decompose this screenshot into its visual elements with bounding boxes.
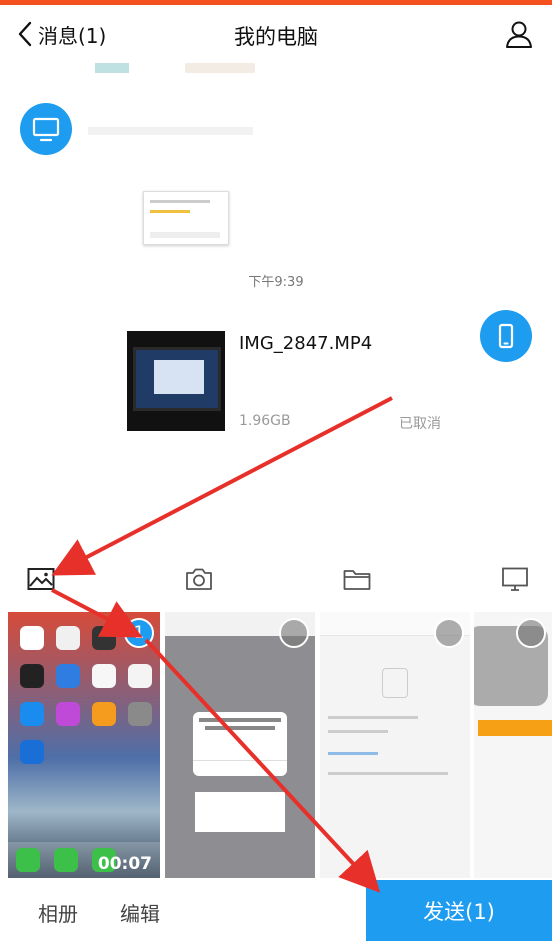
- selection-circle[interactable]: [516, 618, 546, 648]
- album-button[interactable]: 相册: [38, 898, 78, 927]
- attachment-toolbar: [0, 550, 552, 608]
- photo-thumbnail[interactable]: [474, 612, 552, 878]
- permission-dialog-thumbnail: [193, 712, 287, 776]
- video-duration: 00:07: [97, 854, 152, 874]
- computer-avatar[interactable]: [20, 103, 72, 155]
- person-icon: [506, 21, 532, 48]
- selection-circle[interactable]: [434, 618, 464, 648]
- photo-picker-strip: 00:07 1: [0, 608, 552, 880]
- selection-badge[interactable]: 1: [124, 618, 154, 648]
- screenshot-dialog: [143, 191, 229, 245]
- profile-button[interactable]: [504, 19, 534, 49]
- image-icon[interactable]: [26, 564, 56, 594]
- file-message-card[interactable]: IMG_2847.MP4 1.96GB 已取消: [127, 331, 457, 432]
- app-icon: [92, 702, 116, 726]
- previous-image-message[interactable]: [95, 63, 255, 77]
- monitor-icon: [32, 117, 60, 142]
- app-icon: [20, 626, 44, 650]
- video-thumbnail: [127, 331, 225, 431]
- camera-icon[interactable]: [184, 564, 214, 594]
- navigation-bar: 消息(1) 我的电脑: [0, 5, 552, 63]
- file-name: IMG_2847.MP4: [239, 333, 373, 354]
- app-icon: [128, 702, 152, 726]
- screenshot-toolbar: [88, 127, 253, 135]
- photo-thumbnail-video[interactable]: 00:07 1: [8, 612, 160, 878]
- app-icon: [20, 740, 44, 764]
- bottom-action-bar: 相册 编辑 发送(1): [0, 880, 552, 941]
- app-icon: [92, 626, 116, 650]
- app-icon: [128, 664, 152, 688]
- selection-circle[interactable]: [279, 618, 309, 648]
- message-timestamp: 下午9:39: [248, 275, 304, 290]
- app-icon: [56, 664, 80, 688]
- file-status: 已取消: [399, 416, 441, 432]
- app-icon: [16, 848, 40, 872]
- page-title: 我的电脑: [234, 25, 318, 49]
- phone-icon: [498, 323, 514, 349]
- thumbnail-fragment: [95, 63, 129, 73]
- app-icon: [92, 664, 116, 688]
- folder-icon[interactable]: [342, 564, 372, 594]
- edit-button[interactable]: 编辑: [120, 898, 160, 927]
- computer-icon[interactable]: [500, 564, 530, 594]
- send-button[interactable]: 发送(1): [366, 880, 552, 941]
- screenshot-image-message[interactable]: [88, 123, 253, 288]
- file-size: 1.96GB: [239, 413, 291, 429]
- chat-area: 下午9:39 IMG_2847.MP4 1.96GB 已取消: [0, 63, 552, 543]
- app-icon: [54, 848, 78, 872]
- photo-thumbnail[interactable]: [320, 612, 470, 878]
- send-button-label: 发送(1): [423, 899, 495, 924]
- app-icon: [20, 664, 44, 688]
- phone-avatar[interactable]: [480, 310, 532, 362]
- app-icon: [20, 702, 44, 726]
- app-icon: [56, 626, 80, 650]
- photo-thumbnail[interactable]: [165, 612, 315, 878]
- app-icon: [56, 702, 80, 726]
- thumbnail-fragment: [185, 63, 255, 73]
